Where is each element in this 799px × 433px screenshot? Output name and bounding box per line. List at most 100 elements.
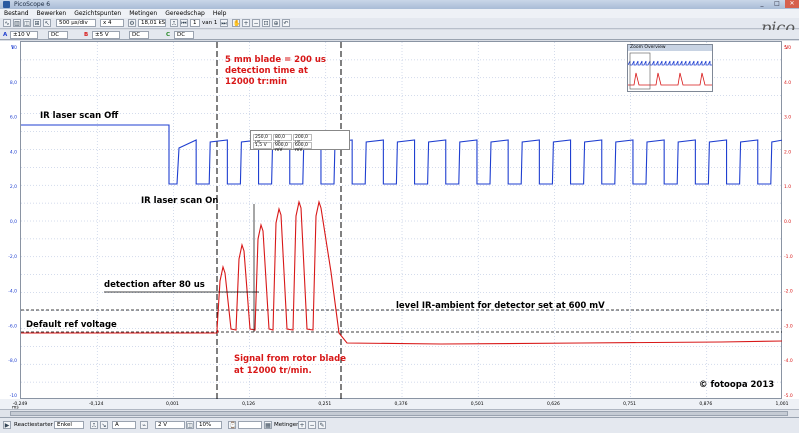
channel-a-trace bbox=[21, 124, 784, 185]
timebase-select[interactable]: 500 µs/div bbox=[56, 19, 96, 27]
rising-edge-icon[interactable]: ⎍ bbox=[90, 421, 98, 429]
undo-zoom-icon[interactable]: ↶ bbox=[282, 19, 290, 27]
samples-select[interactable]: 18,01 kS bbox=[138, 19, 166, 27]
minimize-button[interactable]: _ bbox=[755, 0, 769, 8]
signal-generator-icon[interactable]: ⎍ bbox=[170, 19, 178, 27]
ruler-time-2: 80,0 µs bbox=[273, 134, 292, 145]
right-tick-label: -3.0 bbox=[784, 323, 793, 329]
menu-bestand[interactable]: Bestand bbox=[4, 9, 29, 18]
channel-icon[interactable]: ⊞ bbox=[33, 19, 41, 27]
copyright-label: © fotoopa 2013 bbox=[699, 380, 774, 390]
scope-mode-icon[interactable]: ∿ bbox=[3, 19, 11, 27]
left-tick-label: -2,0 bbox=[8, 254, 17, 260]
channel-a-coupling[interactable]: DC bbox=[48, 31, 68, 39]
trigger-channel-select[interactable]: A bbox=[112, 421, 136, 429]
window-title: PicoScope 6 bbox=[14, 1, 51, 8]
ruler-time-3: 200,0 µs bbox=[293, 134, 312, 145]
falling-edge-icon[interactable]: ↘ bbox=[100, 421, 108, 429]
next-buffer-icon[interactable]: ⏭ bbox=[220, 19, 228, 27]
ruler-overview-table[interactable]: 250,0 µs 80,0 µs 200,0 µs 1,5 V 900,0 mV… bbox=[250, 130, 350, 153]
grid bbox=[21, 42, 783, 400]
scope-plot-area[interactable]: 5 mm blade = 200 us detection time at 12… bbox=[20, 41, 784, 400]
ir-on-label: IR laser scan On bbox=[141, 196, 218, 206]
x-tick-label: 0,251 bbox=[318, 401, 331, 407]
trigger-options-icon[interactable]: ⌁ bbox=[140, 421, 148, 429]
zoom-in-icon[interactable]: + bbox=[242, 19, 250, 27]
detection-label: detection after 80 us bbox=[104, 280, 205, 290]
add-measurement-icon[interactable]: + bbox=[298, 421, 306, 429]
default-ref-label: Default ref voltage bbox=[26, 320, 117, 330]
pretrigger-field[interactable]: 10% bbox=[196, 421, 222, 429]
right-tick-label: 1.0 bbox=[784, 184, 791, 190]
pretrigger-icon[interactable]: ◫ bbox=[186, 421, 194, 429]
horizontal-scrollbar[interactable] bbox=[0, 409, 799, 417]
channel-c-coupling[interactable]: DC bbox=[174, 31, 194, 39]
hand-tool-icon[interactable]: ✋ bbox=[232, 19, 240, 27]
blade-annotation-2: detection time at bbox=[225, 66, 308, 76]
edit-measurement-icon[interactable]: ✎ bbox=[318, 421, 326, 429]
status-bar: ▶ Reactiestarter Enkel ⎍ ↘ A ⌁ 2 V ◫ 10%… bbox=[0, 417, 799, 433]
measurements-icon[interactable]: ▦ bbox=[264, 421, 272, 429]
x-tick-label: 1,001 bbox=[776, 401, 789, 407]
zoom-box-icon[interactable]: ⊕ bbox=[272, 19, 280, 27]
close-button[interactable]: ✕ bbox=[785, 0, 799, 8]
right-tick-label: -1.0 bbox=[784, 254, 793, 260]
scope-plot[interactable]: 5 mm blade = 200 us detection time at 12… bbox=[21, 42, 784, 400]
menu-metingen[interactable]: Metingen bbox=[129, 9, 157, 18]
run-icon[interactable]: ▶ bbox=[3, 421, 11, 429]
left-tick-label: 2,0 bbox=[10, 184, 17, 190]
right-tick-label: -4.0 bbox=[784, 358, 793, 364]
zoom-fit-icon[interactable]: ⊡ bbox=[262, 19, 270, 27]
left-tick-label: 10 bbox=[11, 45, 17, 51]
ruler-row-voltage: 1,5 V 900,0 mV 600,0 mV bbox=[253, 142, 313, 153]
channel-a-range[interactable]: ±10 V bbox=[10, 31, 38, 39]
ruler-row-time: 250,0 µs 80,0 µs 200,0 µs bbox=[253, 134, 313, 145]
channel-b-range[interactable]: ±5 V bbox=[92, 31, 120, 39]
channel-b-coupling[interactable]: DC bbox=[129, 31, 149, 39]
menu-gezichtspunten[interactable]: Gezichtspunten bbox=[74, 9, 121, 18]
right-tick-label: 3.0 bbox=[784, 115, 791, 121]
right-tick-labels: 5.04.03.02.01.00.0-1.0-2.0-3.0-4.0-5.0 bbox=[784, 45, 793, 399]
channel-a-label: A bbox=[3, 32, 8, 38]
delay-field[interactable] bbox=[238, 421, 262, 429]
maximize-button[interactable]: □ bbox=[770, 0, 784, 8]
time-axis-svg: -0,249 -0,124 0,001 0,126 0,251 0,376 0,501 0,6… bbox=[12, 401, 789, 411]
first-buffer-icon[interactable]: ⏮ bbox=[180, 19, 188, 27]
trigger-mode-select[interactable]: Enkel bbox=[54, 421, 84, 429]
app-icon bbox=[3, 1, 10, 8]
menu-help[interactable]: Help bbox=[213, 9, 227, 18]
right-tick-label: 2.0 bbox=[784, 149, 791, 155]
menu-gereedschap[interactable]: Gereedschap bbox=[165, 9, 205, 18]
x-tick-label: 0,626 bbox=[547, 401, 560, 407]
right-tick-label: 4.0 bbox=[784, 80, 791, 86]
menu-bewerken[interactable]: Bewerken bbox=[37, 9, 67, 18]
signal-label-2: at 12000 tr/min. bbox=[234, 366, 312, 376]
scrollbar-thumb[interactable] bbox=[10, 411, 788, 416]
pointer-icon[interactable]: ↖ bbox=[43, 19, 51, 27]
ruler-volt-1: 1,5 V bbox=[253, 142, 272, 149]
ruler-time-1: 250,0 µs bbox=[253, 134, 272, 145]
spectrum-mode-icon[interactable]: ▥ bbox=[13, 19, 21, 27]
x-tick-label: 0,751 bbox=[623, 401, 636, 407]
trigger-level-field[interactable]: 2 V bbox=[155, 421, 185, 429]
x-tick-label: -0,124 bbox=[89, 401, 104, 407]
ambient-level-label: level IR-ambient for detector set at 600… bbox=[396, 301, 605, 311]
zoom-overview-plot bbox=[627, 51, 712, 91]
blade-annotation-1: 5 mm blade = 200 us bbox=[225, 55, 326, 65]
ruler-volt-3: 600,0 mV bbox=[293, 142, 312, 153]
measurements-label: Metingen bbox=[274, 422, 300, 428]
zoom-out-icon[interactable]: − bbox=[252, 19, 260, 27]
right-axis-svg: V 5.04.03.02.01.00.0-1.0-2.0-3.0-4.0-5.0 bbox=[784, 45, 793, 399]
title-bar: PicoScope 6 bbox=[0, 0, 799, 9]
zoom-select[interactable]: x 4 bbox=[100, 19, 124, 27]
left-axis: V 10 8,0 6,0 4,0 2,0 0,0 -2,0 -4,0 -6,0 -8,0 -10 bbox=[0, 41, 20, 399]
capture-toolbar: ∿ ▥ ◫ ⊞ ↖ 500 µs/div x 4 ⚙ 18,01 kS ⎍ ⏮ … bbox=[0, 18, 799, 29]
zoom-overview-window[interactable]: Zoom Overview bbox=[627, 44, 713, 92]
right-tick-label: 5.0 bbox=[784, 45, 791, 51]
persist-mode-icon[interactable]: ◫ bbox=[23, 19, 31, 27]
capture-index-field[interactable]: 1 bbox=[190, 19, 200, 27]
remove-measurement-icon[interactable]: − bbox=[308, 421, 316, 429]
delay-icon[interactable]: ⌚ bbox=[228, 421, 236, 429]
settings-icon[interactable]: ⚙ bbox=[128, 19, 136, 27]
trigger-mode-label: Reactiestarter bbox=[14, 422, 53, 428]
